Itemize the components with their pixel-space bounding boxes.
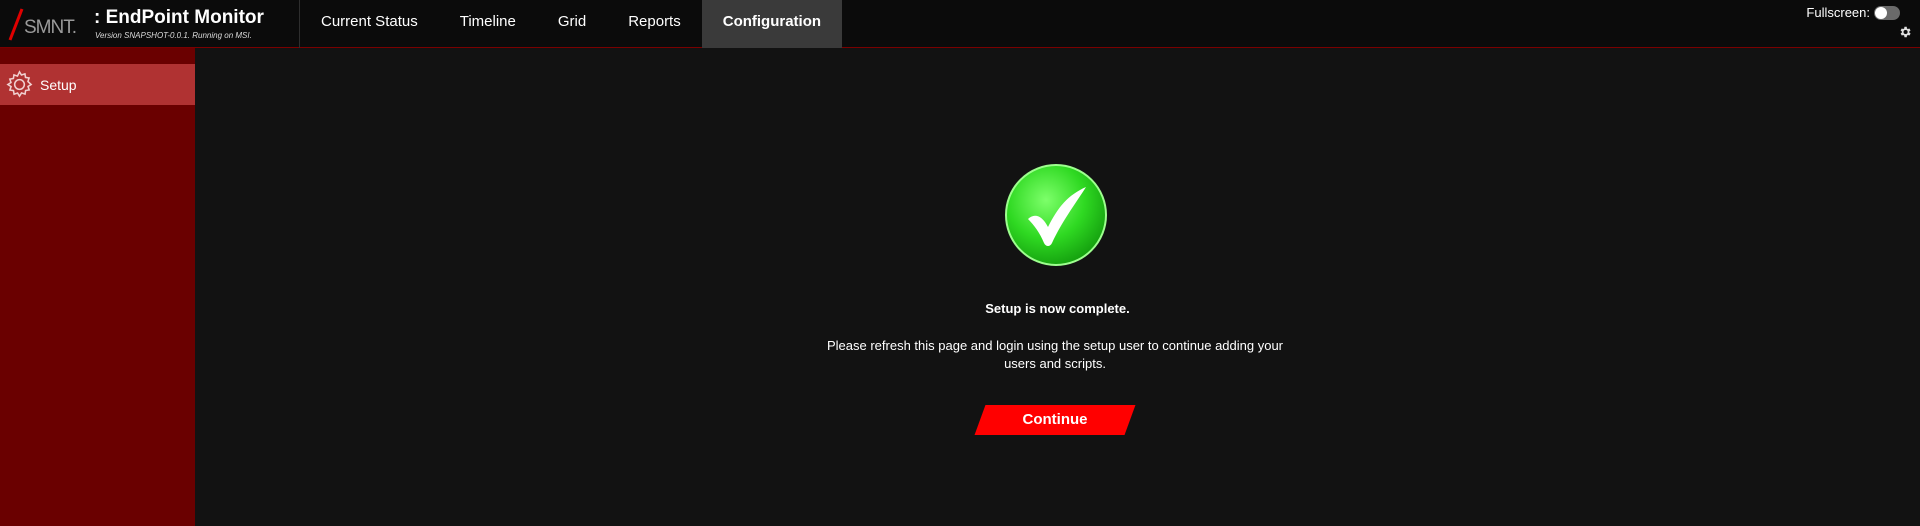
sidebar-item-label: Setup bbox=[40, 76, 77, 93]
fullscreen-label: Fullscreen: bbox=[1806, 5, 1870, 20]
logo-text: SMNT. bbox=[24, 17, 76, 38]
main-nav: Current Status Timeline Grid Reports Con… bbox=[300, 0, 843, 48]
check-icon bbox=[1005, 164, 1107, 266]
app-version: Version SNAPSHOT-0.0.1. Running on MSI. bbox=[95, 31, 252, 40]
tab-grid[interactable]: Grid bbox=[537, 0, 607, 48]
tab-reports[interactable]: Reports bbox=[607, 0, 702, 48]
tab-configuration[interactable]: Configuration bbox=[701, 0, 843, 48]
sidebar: Setup bbox=[0, 48, 195, 526]
settings-gear-icon[interactable] bbox=[1898, 25, 1912, 39]
tab-timeline[interactable]: Timeline bbox=[439, 0, 537, 48]
gear-icon bbox=[6, 70, 33, 98]
continue-button-label: Continue bbox=[1022, 411, 1088, 428]
logo: SMNT. bbox=[8, 8, 77, 41]
toggle-knob bbox=[1875, 6, 1887, 19]
completion-message: Please refresh this page and login using… bbox=[826, 338, 1284, 371]
brand: SMNT. : EndPoint Monitor Version SNAPSHO… bbox=[0, 0, 300, 48]
main-content: Setup is now complete. Please refresh th… bbox=[195, 48, 1920, 526]
app-title: : EndPoint Monitor bbox=[94, 7, 264, 28]
continue-button[interactable]: Continue bbox=[974, 405, 1136, 435]
tab-current-status[interactable]: Current Status bbox=[300, 0, 439, 48]
completion-title: Setup is now complete. bbox=[985, 301, 1130, 316]
fullscreen-control: Fullscreen: bbox=[1806, 5, 1900, 20]
fullscreen-toggle[interactable] bbox=[1874, 5, 1900, 20]
sidebar-item-setup[interactable]: Setup bbox=[0, 64, 195, 105]
top-bar: SMNT. : EndPoint Monitor Version SNAPSHO… bbox=[0, 0, 1920, 48]
